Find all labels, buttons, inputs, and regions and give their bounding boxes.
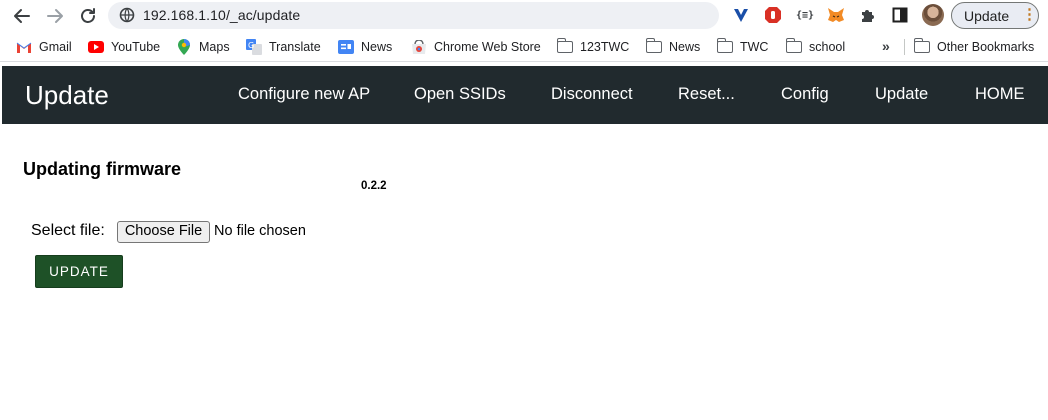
bookmark-youtube[interactable]: YouTube [88, 38, 160, 56]
site-info-icon[interactable] [119, 7, 135, 23]
bookmark-translate[interactable]: G Translate [246, 38, 321, 56]
bookmark-folder-school[interactable]: school [785, 38, 846, 56]
url-text: 192.168.1.10/_ac/update [143, 7, 301, 23]
json-viewer-icon[interactable]: {≡} [795, 5, 815, 25]
youtube-icon [88, 39, 104, 55]
ad-blocker-icon[interactable] [763, 5, 783, 25]
metamask-fox-icon[interactable] [826, 5, 846, 25]
page-heading: Updating firmware [23, 159, 182, 179]
bookmarks-overflow-chevron-icon[interactable]: » [882, 38, 890, 54]
side-panel-icon[interactable] [890, 5, 910, 25]
folder-icon [785, 38, 802, 55]
bookmark-chrome-web-store[interactable]: Chrome Web Store [411, 38, 541, 56]
bookmark-folder-123twc[interactable]: 123TWC [556, 38, 630, 56]
bookmark-label: Maps [199, 40, 230, 54]
bookmark-label: Translate [269, 40, 321, 54]
profile-avatar[interactable] [922, 4, 944, 26]
bookmark-label: News [669, 40, 701, 54]
folder-icon [716, 38, 733, 55]
bookmarks-divider [904, 39, 905, 55]
folder-icon [556, 38, 573, 55]
reload-icon[interactable] [76, 4, 100, 28]
extensions-puzzle-icon[interactable] [858, 5, 878, 25]
bookmark-label: News [361, 40, 393, 54]
bookmark-label: YouTube [111, 40, 161, 54]
translate-icon: G [246, 39, 262, 55]
forward-arrow-icon[interactable] [43, 4, 67, 28]
bookmark-folder-twc[interactable]: TWC [716, 38, 769, 56]
choose-file-button[interactable]: Choose File [117, 221, 210, 243]
v-extension-icon[interactable] [731, 5, 751, 25]
bookmark-label: school [809, 40, 846, 54]
bookmark-folder-news[interactable]: News [645, 38, 701, 56]
nav-link-update[interactable]: Update [875, 85, 928, 104]
file-status-text: No file chosen [214, 223, 306, 239]
maps-icon [176, 39, 192, 55]
google-news-icon [338, 39, 354, 55]
firmware-version: 0.2.2 [361, 180, 387, 192]
folder-icon [913, 38, 930, 55]
chrome-update-button[interactable]: Update ⋮ [951, 2, 1039, 29]
back-arrow-icon[interactable] [10, 4, 34, 28]
gmail-icon [16, 39, 32, 55]
bookmark-label: Chrome Web Store [434, 40, 541, 54]
folder-icon [645, 38, 662, 55]
bookmark-label: Other Bookmarks [937, 40, 1035, 54]
more-vertical-icon[interactable]: ⋮ [1022, 6, 1037, 24]
bookmark-maps[interactable]: Maps [176, 38, 230, 56]
nav-link-open-ssids[interactable]: Open SSIDs [414, 85, 506, 104]
address-bar[interactable]: 192.168.1.10/_ac/update [108, 2, 719, 29]
nav-link-disconnect[interactable]: Disconnect [551, 85, 633, 104]
navbar-title: Update [25, 80, 109, 110]
page-content: Update Configure new AP Open SSIDs Disco… [0, 63, 1048, 420]
bookmark-gmail[interactable]: Gmail [16, 38, 72, 56]
svg-text:G: G [248, 41, 254, 50]
nav-link-config[interactable]: Config [781, 85, 829, 104]
nav-link-home[interactable]: HOME [975, 85, 1025, 104]
site-navbar: Update Configure new AP Open SSIDs Disco… [2, 66, 1048, 124]
bookmark-other-bookmarks[interactable]: Other Bookmarks [913, 38, 1035, 56]
bookmark-label: TWC [740, 40, 769, 54]
bookmark-label: Gmail [39, 40, 72, 54]
bookmark-label: 123TWC [580, 40, 630, 54]
nav-link-configure-new-ap[interactable]: Configure new AP [238, 85, 370, 104]
chrome-web-store-icon [411, 39, 427, 55]
select-file-label: Select file: [31, 222, 105, 239]
browser-toolbar: 192.168.1.10/_ac/update {≡} Update ⋮ [0, 0, 1048, 32]
update-submit-button[interactable]: UPDATE [35, 255, 123, 288]
nav-link-reset[interactable]: Reset... [678, 85, 735, 104]
bookmark-news[interactable]: News [338, 38, 392, 56]
chrome-update-label: Update [964, 8, 1010, 24]
